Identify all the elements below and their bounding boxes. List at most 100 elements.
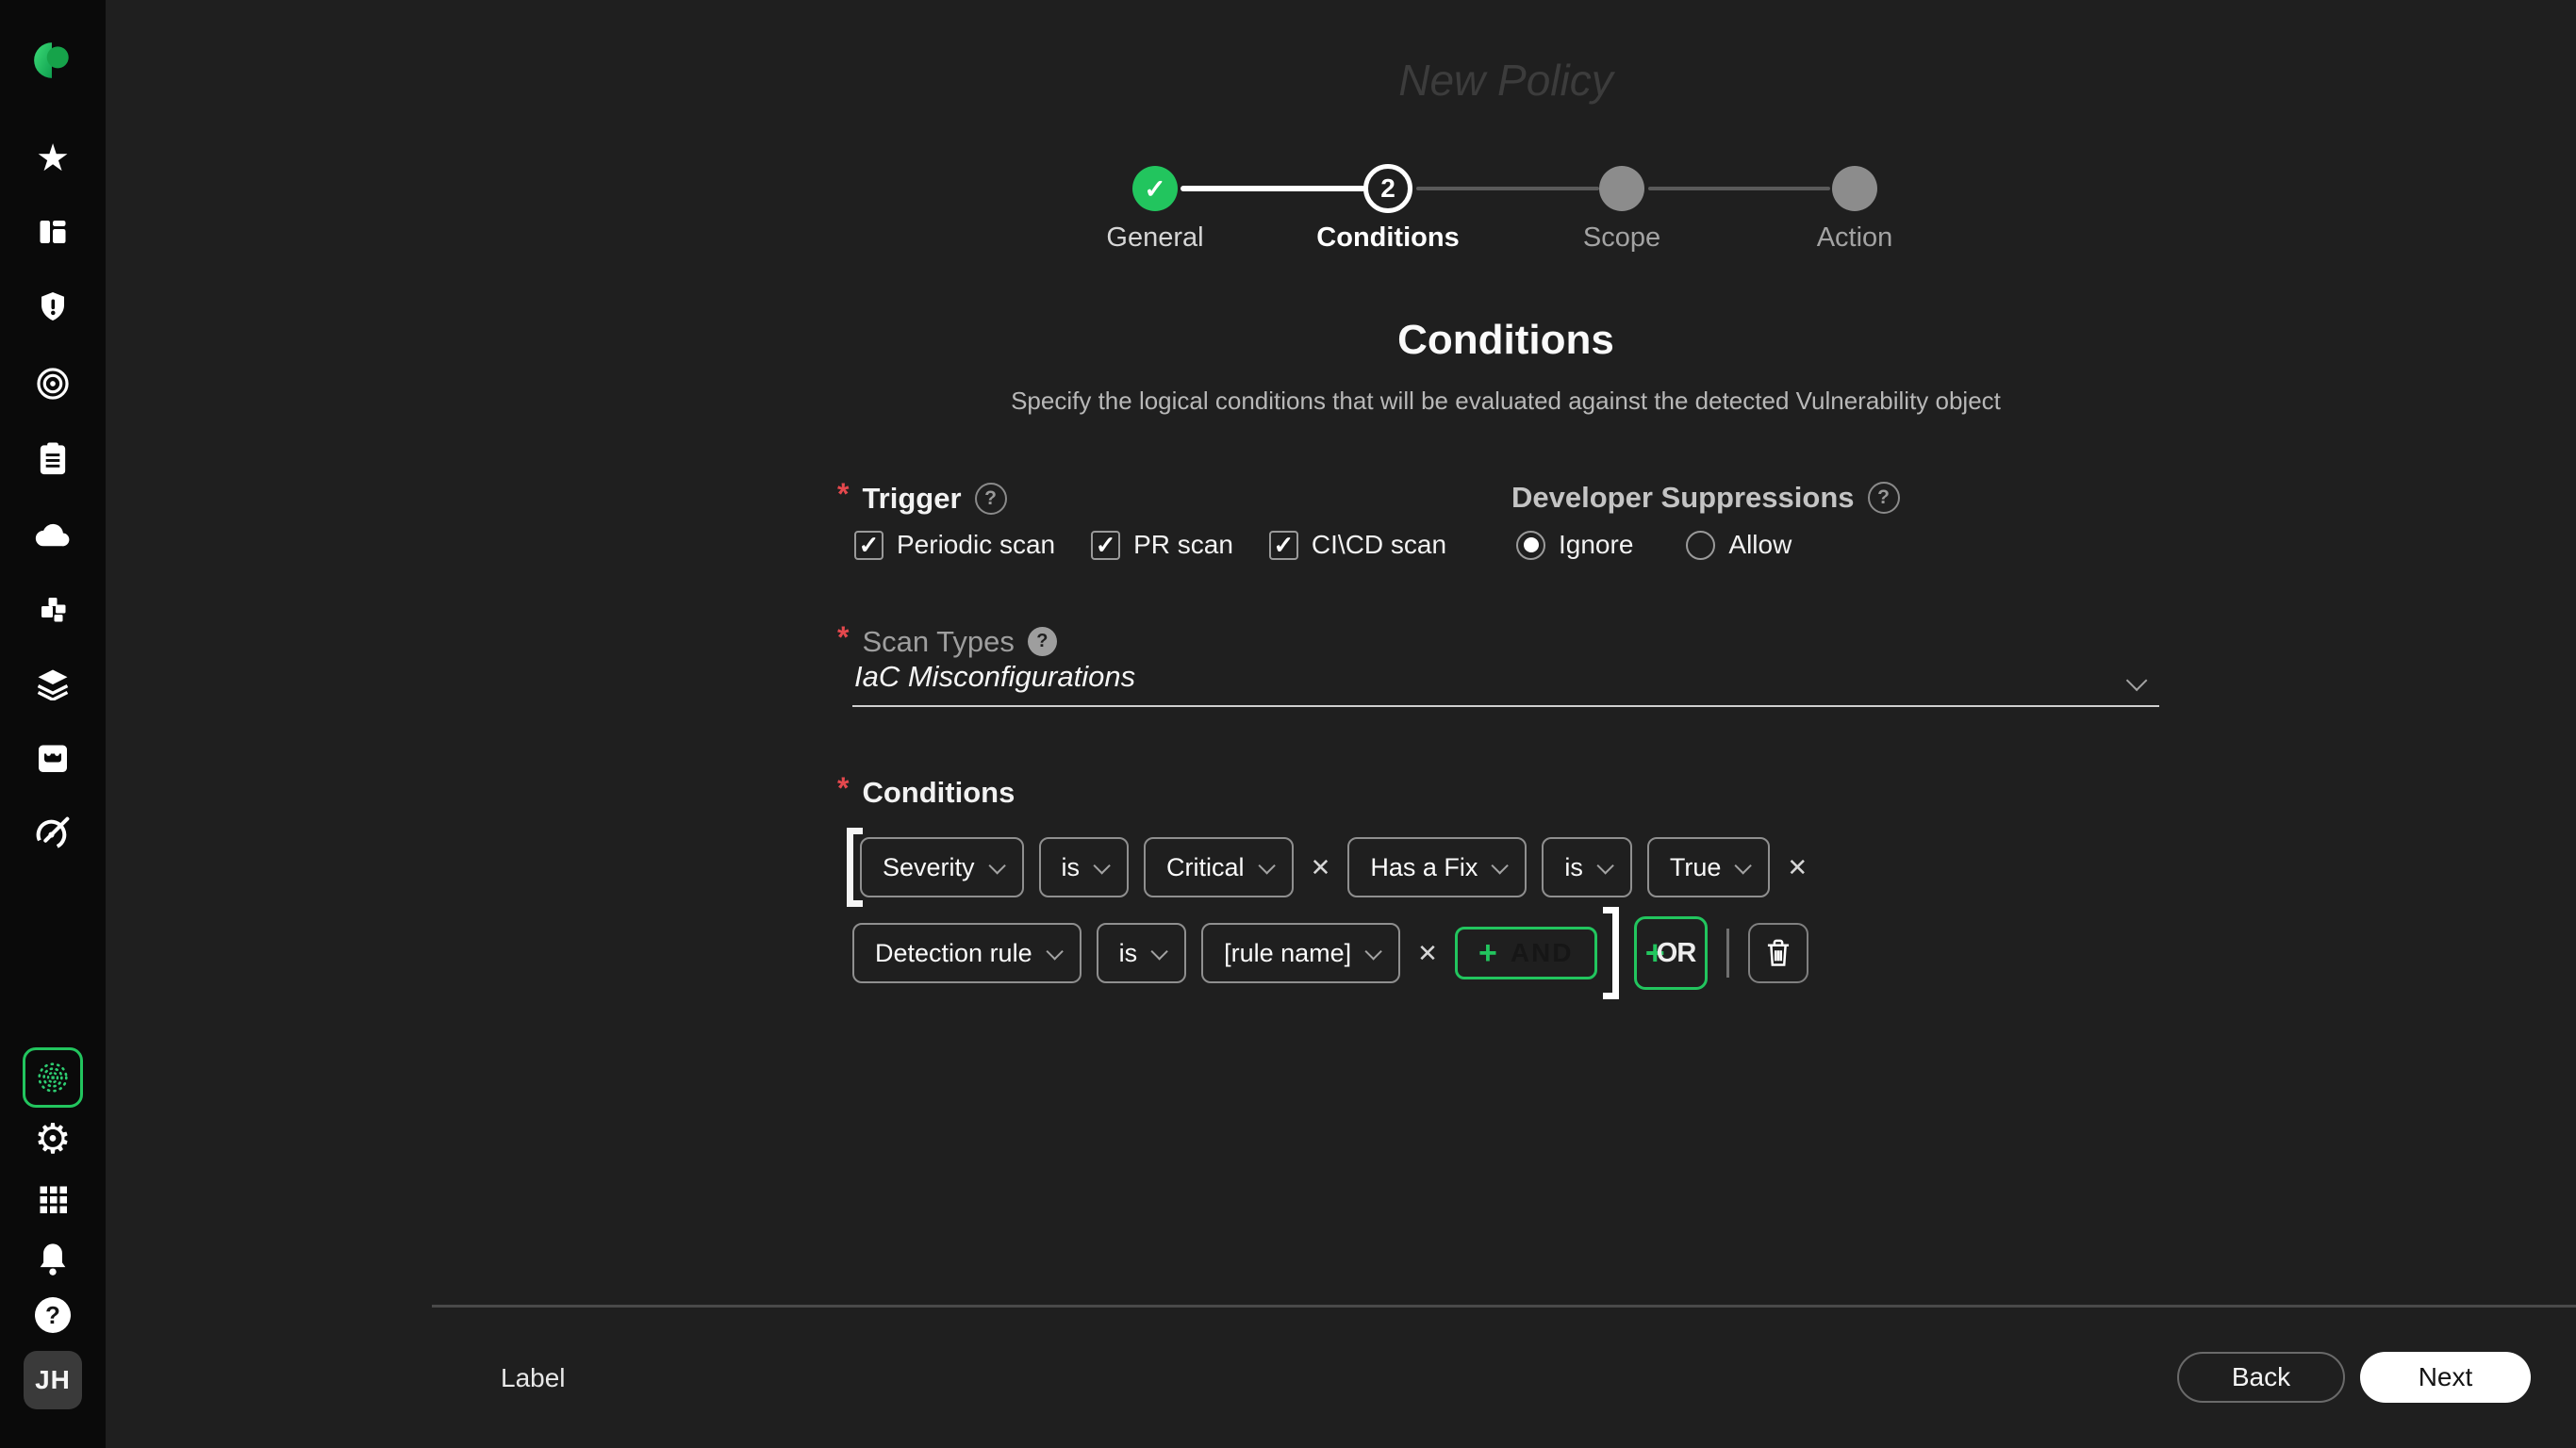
- delete-group-button[interactable]: [1748, 923, 1808, 983]
- condition-operator-select[interactable]: is: [1039, 837, 1130, 897]
- layers-icon: [35, 668, 71, 700]
- conditions-label-row: * Conditions: [837, 775, 1015, 810]
- condition-value-select[interactable]: True: [1647, 837, 1771, 897]
- or-label: OR: [1657, 938, 1696, 969]
- chevron-down-icon: [1492, 857, 1509, 874]
- trigger-label: Trigger: [862, 482, 961, 516]
- checkbox-icon[interactable]: ✓: [854, 531, 883, 560]
- required-asterisk: *: [837, 771, 849, 806]
- conditions-label: Conditions: [862, 776, 1015, 810]
- sidebar-item-alerts[interactable]: [0, 288, 106, 324]
- section-heading: Conditions: [852, 317, 2159, 364]
- checkbox-periodic-scan[interactable]: ✓ Periodic scan: [854, 530, 1055, 560]
- app-logo[interactable]: [0, 38, 106, 83]
- checkbox-icon[interactable]: ✓: [1269, 531, 1298, 560]
- chevron-down-icon: [1365, 943, 1382, 960]
- chip-value: True: [1670, 853, 1722, 882]
- checkbox-icon[interactable]: ✓: [1091, 531, 1120, 560]
- active-indicator: [23, 1047, 83, 1108]
- scanner-icon: [32, 1057, 74, 1098]
- checkbox-pr-scan[interactable]: ✓ PR scan: [1091, 530, 1233, 560]
- step-connector-done: [1181, 186, 1365, 191]
- chevron-down-icon: [1151, 943, 1168, 960]
- remove-condition-button[interactable]: ✕: [1787, 853, 1808, 882]
- sidebar-item-attack-paths[interactable]: [0, 366, 106, 402]
- sidebar-item-settings[interactable]: ⚙: [0, 1118, 106, 1161]
- chip-value: Has a Fix: [1370, 853, 1478, 882]
- chevron-down-icon: [1735, 857, 1752, 874]
- check-icon: ✓: [1144, 173, 1165, 205]
- sidebar-item-dashboard[interactable]: [0, 215, 106, 249]
- condition-field-select[interactable]: Has a Fix: [1347, 837, 1527, 897]
- checkbox-label[interactable]: CI\CD scan: [1312, 530, 1446, 560]
- trigger-help-icon[interactable]: ?: [975, 483, 1007, 515]
- radio-ignore[interactable]: Ignore: [1516, 530, 1633, 560]
- condition-value-select[interactable]: Critical: [1144, 837, 1294, 897]
- chevron-down-icon[interactable]: [2126, 670, 2148, 692]
- suppressions-help-icon[interactable]: ?: [1868, 482, 1900, 514]
- required-asterisk: *: [837, 620, 849, 655]
- trigger-label-row: * Trigger ?: [837, 481, 1007, 516]
- chip-value: is: [1062, 853, 1081, 882]
- step-label-scope[interactable]: Scope: [1518, 222, 1726, 254]
- next-button[interactable]: Next: [2360, 1352, 2531, 1403]
- help-icon: ?: [35, 1297, 71, 1333]
- sidebar-item-reports[interactable]: [0, 441, 106, 477]
- checkbox-label[interactable]: Periodic scan: [897, 530, 1055, 560]
- sidebar-item-marketplace[interactable]: [0, 741, 106, 775]
- condition-field-select[interactable]: Severity: [860, 837, 1024, 897]
- condition-operator-select[interactable]: is: [1097, 923, 1187, 983]
- remove-condition-button[interactable]: ✕: [1417, 939, 1438, 968]
- condition-row-1: Severity is Critical ✕ Has a Fix is True…: [860, 837, 1809, 897]
- condition-operator-select[interactable]: is: [1542, 837, 1632, 897]
- sidebar-item-scanner-active[interactable]: [0, 1047, 106, 1108]
- orca-logo-icon: [31, 39, 74, 82]
- step-label-action[interactable]: Action: [1751, 222, 1958, 254]
- add-or-button[interactable]: + OR: [1634, 916, 1708, 990]
- step-conditions-circle[interactable]: 2: [1363, 164, 1412, 213]
- radio-icon-selected[interactable]: [1516, 531, 1545, 560]
- storefront-icon: [36, 742, 70, 774]
- sidebar-item-inventory[interactable]: [0, 592, 106, 626]
- chip-value: Detection rule: [875, 939, 1032, 968]
- sidebar-user-avatar[interactable]: JH: [0, 1351, 106, 1409]
- chevron-down-icon: [1258, 857, 1275, 874]
- sidebar-item-notifications[interactable]: [0, 1241, 106, 1276]
- step-label-conditions[interactable]: Conditions: [1284, 222, 1492, 254]
- remove-condition-button[interactable]: ✕: [1311, 853, 1331, 882]
- vertical-divider: [1726, 929, 1729, 978]
- chip-value: [rule name]: [1224, 939, 1351, 968]
- condition-field-select[interactable]: Detection rule: [852, 923, 1082, 983]
- step-general-circle[interactable]: ✓: [1132, 166, 1178, 211]
- chevron-down-icon: [1596, 857, 1613, 874]
- sidebar-item-favorites[interactable]: ★: [0, 140, 106, 177]
- condition-value-select[interactable]: [rule name]: [1201, 923, 1400, 983]
- step-label-general[interactable]: General: [1051, 222, 1259, 254]
- sidebar-item-help[interactable]: ?: [0, 1297, 106, 1333]
- group-bracket-close: [1603, 907, 1619, 999]
- sidebar-item-benchmark[interactable]: [0, 814, 106, 852]
- sidebar-item-cloud[interactable]: [0, 518, 106, 551]
- and-label: AND: [1511, 938, 1574, 968]
- step-connector: [1416, 187, 1599, 190]
- step-action-circle[interactable]: [1832, 166, 1877, 211]
- checkbox-cicd-scan[interactable]: ✓ CI\CD scan: [1269, 530, 1446, 560]
- sidebar-item-apps[interactable]: [0, 1182, 106, 1216]
- radio-label[interactable]: Allow: [1728, 530, 1792, 560]
- scan-types-help-icon[interactable]: ?: [1028, 627, 1057, 656]
- scan-types-select-value[interactable]: IaC Misconfigurations: [854, 660, 1135, 694]
- radio-label[interactable]: Ignore: [1559, 530, 1633, 560]
- chevron-down-icon: [1093, 857, 1110, 874]
- checkbox-label[interactable]: PR scan: [1133, 530, 1233, 560]
- step-scope-circle[interactable]: [1599, 166, 1644, 211]
- condition-row-2: Detection rule is [rule name] ✕ + AND + …: [852, 907, 1808, 999]
- gear-icon: ⚙: [34, 1119, 71, 1160]
- section-subtitle: Specify the logical conditions that will…: [852, 387, 2159, 416]
- sidebar-item-assets[interactable]: [0, 667, 106, 701]
- radio-allow[interactable]: Allow: [1686, 530, 1792, 560]
- suppressions-label-row: Developer Suppressions ?: [1511, 481, 1900, 515]
- add-and-button[interactable]: + AND: [1455, 927, 1597, 979]
- back-button[interactable]: Back: [2177, 1352, 2345, 1403]
- suppressions-label: Developer Suppressions: [1511, 481, 1855, 515]
- radio-icon[interactable]: [1686, 531, 1715, 560]
